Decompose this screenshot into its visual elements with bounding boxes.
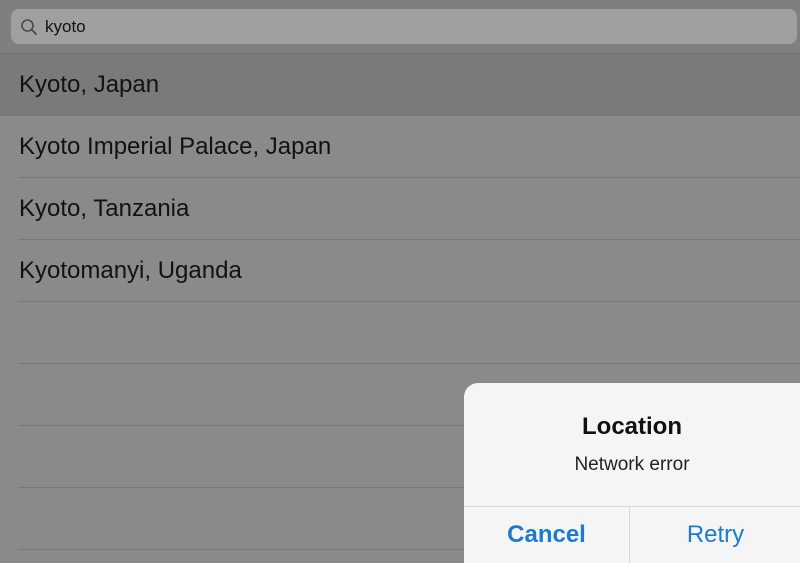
search-bar — [0, 0, 800, 54]
result-row-kyoto-tanzania[interactable]: Kyoto, Tanzania — [0, 178, 800, 240]
search-field[interactable] — [11, 9, 797, 44]
result-label: Kyoto, Japan — [19, 71, 160, 98]
alert-message: Network error — [574, 454, 690, 475]
alert-button-row: Cancel Retry — [464, 506, 800, 563]
result-label: Kyoto, Tanzania — [19, 195, 190, 222]
location-search-screen: Kyoto, Japan Kyoto Imperial Palace, Japa… — [0, 0, 800, 563]
result-label: Kyotomanyi, Uganda — [19, 257, 242, 284]
row-divider — [18, 301, 800, 302]
empty-row — [18, 302, 800, 364]
result-label: Kyoto Imperial Palace, Japan — [19, 133, 332, 160]
network-error-alert: Location Network error Cancel Retry — [464, 383, 800, 563]
result-row-kyotomanyi-uganda[interactable]: Kyotomanyi, Uganda — [0, 240, 800, 302]
alert-title: Location — [582, 413, 682, 440]
search-input[interactable] — [45, 15, 745, 39]
cancel-button[interactable]: Cancel — [464, 507, 630, 563]
result-row-kyoto-imperial-palace[interactable]: Kyoto Imperial Palace, Japan — [0, 116, 800, 178]
search-icon — [21, 19, 37, 35]
result-row-kyoto-japan[interactable]: Kyoto, Japan — [0, 54, 800, 116]
retry-button[interactable]: Retry — [631, 507, 800, 563]
